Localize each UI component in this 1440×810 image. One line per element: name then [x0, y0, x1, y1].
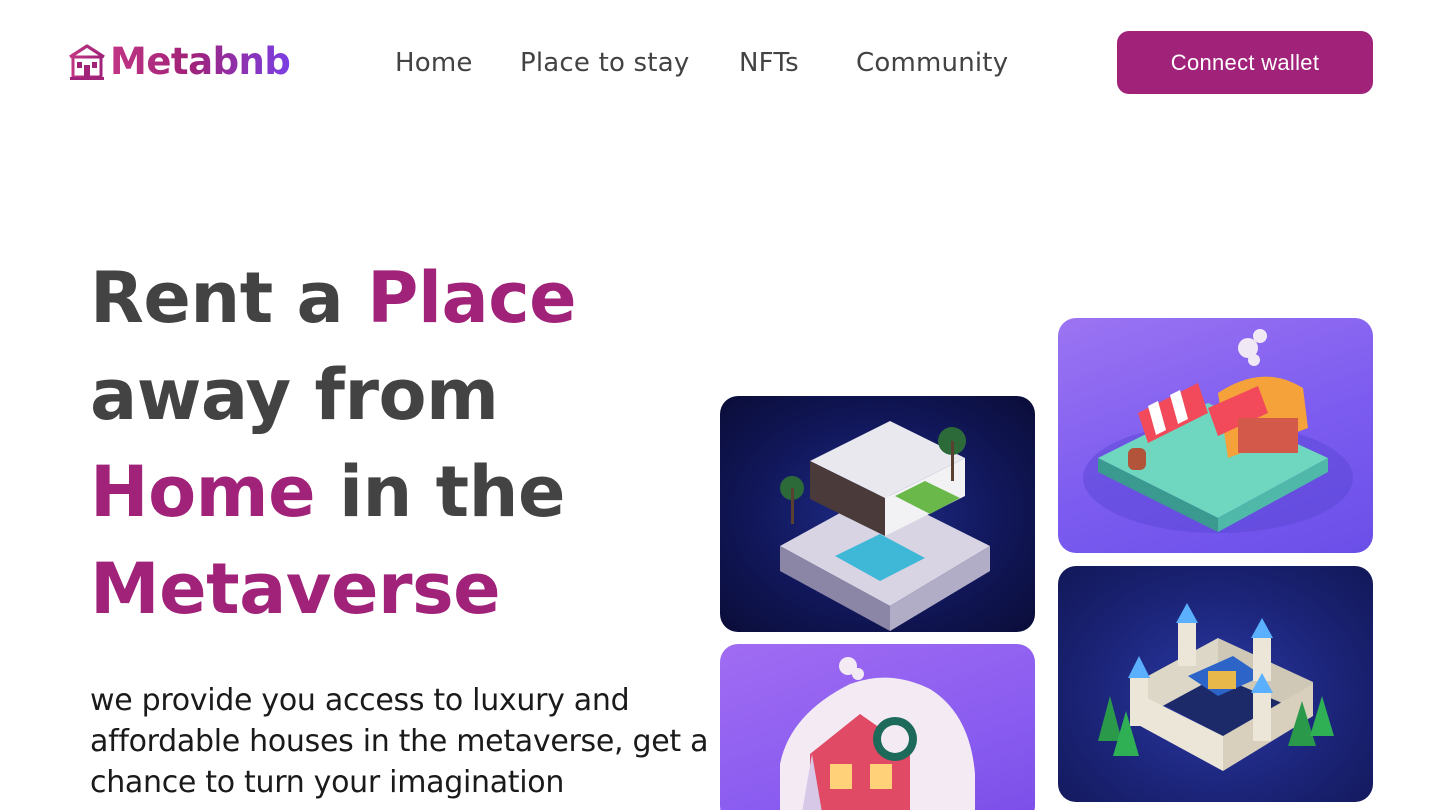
hero-accent-metaverse: Metaverse — [90, 548, 501, 630]
nav-item-community[interactable]: Community — [856, 44, 1008, 82]
villa-pool-image — [720, 396, 1035, 632]
connect-wallet-button[interactable]: Connect wallet — [1117, 31, 1373, 94]
hero-text-rent: Rent a — [90, 257, 368, 339]
logo[interactable]: Metabnb — [66, 38, 291, 86]
castle-image — [1058, 566, 1373, 802]
hero-subtitle: we provide you access to luxury and affo… — [90, 683, 709, 800]
hero-accent-place: Place — [367, 257, 577, 339]
hero-accent-home: Home — [90, 451, 316, 533]
hero-title-line-1: Rent a Place — [90, 250, 577, 347]
nav-item-home[interactable]: Home — [395, 44, 473, 82]
house-icon — [69, 44, 105, 80]
hero-title-line-4: Metaverse — [90, 541, 576, 638]
hero-title-line-2: away from — [90, 354, 499, 436]
nav-item-nfts[interactable]: NFTs — [739, 44, 799, 82]
hero-title: Rent a Place away from Home in the Metav… — [90, 250, 577, 638]
market-stall-image — [1058, 318, 1373, 553]
hero-title-line-3: Home in the — [90, 444, 576, 541]
nav-item-place-to-stay[interactable]: Place to stay — [520, 44, 689, 82]
logo-text: Metabnb — [110, 38, 291, 86]
hero-text-in-the: in the — [315, 451, 565, 533]
winter-cottage-image — [720, 644, 1035, 810]
